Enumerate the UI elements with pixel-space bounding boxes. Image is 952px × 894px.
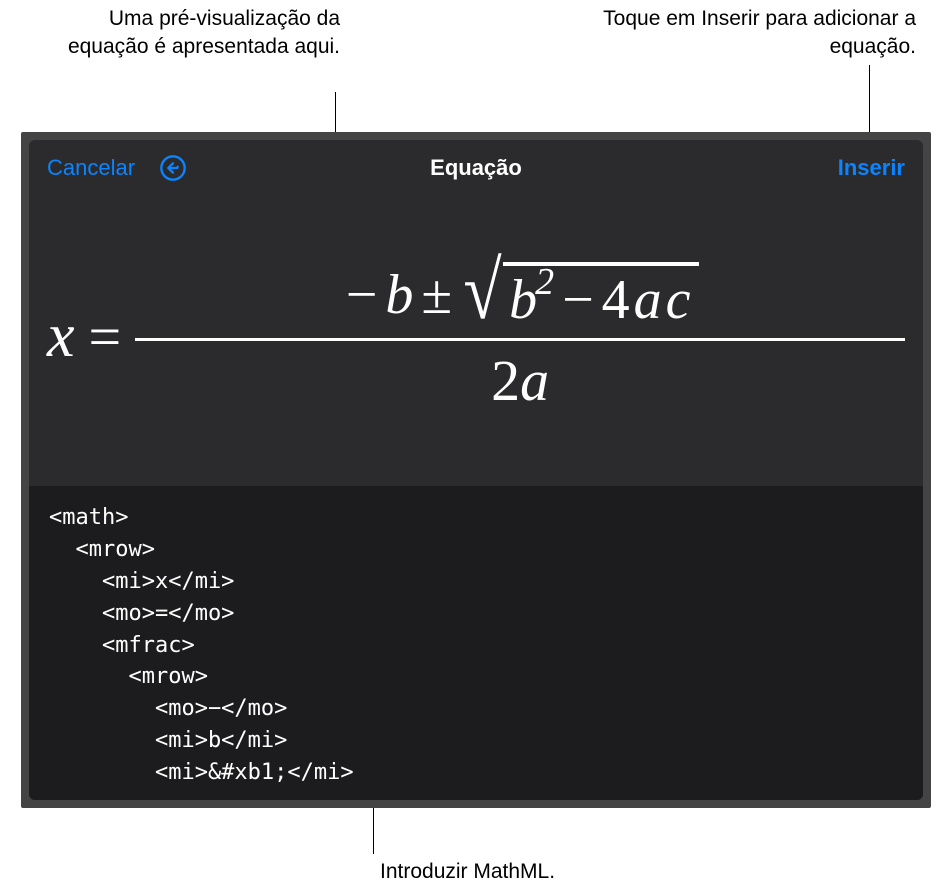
code-line: <mrow> [49, 537, 155, 562]
eq-denominator: 2a [491, 341, 549, 414]
undo-button[interactable] [159, 154, 187, 182]
insert-button[interactable]: Inserir [838, 155, 905, 181]
eq-a: a [634, 268, 662, 332]
equation-dialog: Cancelar Equação Inserir x = − [29, 140, 923, 800]
code-line: <mi>&#xb1;</mi> [49, 760, 354, 785]
eq-sqrt-content: b 2 − 4 a c [503, 262, 698, 332]
callout-mathml: Introduzir MathML. [380, 858, 680, 886]
eq-b-squared-exp: 2 [535, 260, 554, 304]
code-line: <mo>=</mo> [49, 601, 234, 626]
callout-preview: Uma pré-visualização da equação é aprese… [50, 5, 340, 62]
eq-sqrt-minus: − [558, 268, 598, 332]
code-line: <mrow> [49, 664, 208, 689]
eq-b-squared-base: b [509, 268, 537, 332]
eq-denom-a: a [520, 348, 549, 413]
code-line: <mi>x</mi> [49, 569, 234, 594]
mathml-code-input[interactable]: <math> <mrow> <mi>x</mi> <mo>=</mo> <mfr… [29, 486, 923, 800]
cancel-button[interactable]: Cancelar [47, 155, 135, 181]
eq-sqrt: √ b 2 − 4 a c [460, 258, 698, 332]
rendered-equation: x = − b ± √ b 2 − 4 [47, 258, 905, 414]
eq-numerator: − b ± √ b 2 − 4 a c [135, 258, 905, 338]
eq-four: 4 [602, 268, 630, 332]
eq-equals: = [89, 303, 122, 370]
eq-b: b [385, 263, 413, 327]
callout-insert: Toque em Inserir para adicionar a equaçã… [596, 5, 916, 62]
code-line: <math> [49, 505, 128, 530]
code-line: <mfrac> [49, 633, 195, 658]
eq-c: c [666, 268, 691, 332]
equation-preview: x = − b ± √ b 2 − 4 [29, 196, 923, 486]
code-line: <mo>−</mo> [49, 696, 287, 721]
eq-minus: − [342, 263, 382, 327]
dialog-toolbar: Cancelar Equação Inserir [29, 140, 923, 196]
undo-icon [159, 154, 187, 182]
eq-plusminus: ± [417, 263, 456, 327]
code-line: <mi>b</mi> [49, 728, 287, 753]
sqrt-radical-icon: √ [463, 258, 501, 332]
dialog-title: Equação [430, 155, 522, 181]
eq-fraction: − b ± √ b 2 − 4 a c [135, 258, 905, 414]
eq-two: 2 [491, 348, 520, 413]
eq-variable-x: x [47, 301, 75, 372]
app-backdrop: Cancelar Equação Inserir x = − [21, 132, 931, 808]
